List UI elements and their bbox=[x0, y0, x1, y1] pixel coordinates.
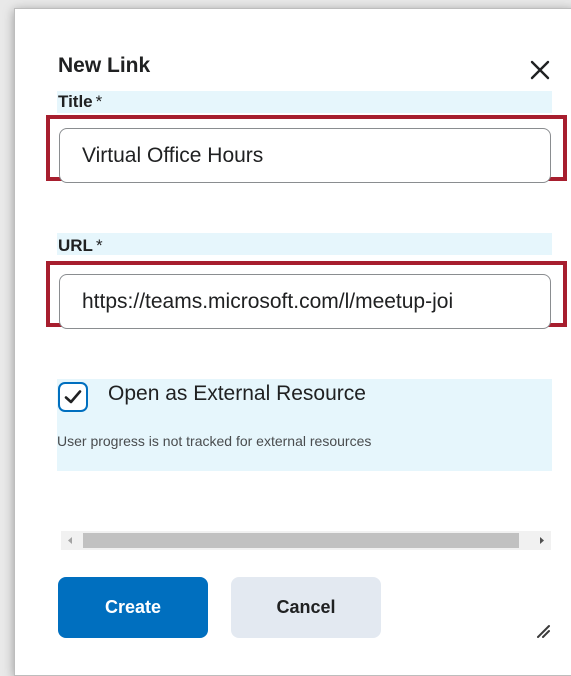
dialog-title: New Link bbox=[58, 54, 151, 77]
external-resource-label[interactable]: Open as External Resource bbox=[108, 382, 366, 406]
scroll-right-icon[interactable] bbox=[532, 531, 551, 550]
title-input[interactable]: Virtual Office Hours bbox=[59, 128, 551, 183]
required-mark: * bbox=[95, 236, 103, 255]
external-resource-checkbox[interactable] bbox=[58, 382, 88, 412]
checkmark-icon bbox=[64, 390, 82, 404]
url-input-value: https://teams.microsoft.com/l/meetup-joi bbox=[82, 289, 454, 313]
new-link-dialog: New Link Title * Virtual Office Hours URL… bbox=[14, 8, 571, 676]
url-input[interactable]: https://teams.microsoft.com/l/meetup-joi bbox=[59, 274, 551, 329]
cancel-button[interactable]: Cancel bbox=[231, 577, 381, 638]
url-label-background bbox=[57, 233, 552, 255]
scroll-left-icon[interactable] bbox=[61, 531, 80, 550]
resize-handle-icon[interactable] bbox=[531, 619, 551, 639]
url-label: URL * bbox=[58, 236, 103, 255]
scrollbar-thumb[interactable] bbox=[83, 533, 519, 548]
required-mark: * bbox=[95, 92, 103, 111]
title-input-value: Virtual Office Hours bbox=[82, 143, 264, 167]
create-button[interactable]: Create bbox=[58, 577, 208, 638]
external-resource-helper-text: User progress is not tracked for externa… bbox=[57, 433, 372, 449]
title-label-background bbox=[57, 91, 552, 113]
title-label: Title * bbox=[58, 92, 103, 111]
close-icon[interactable] bbox=[529, 59, 551, 81]
horizontal-scrollbar[interactable] bbox=[61, 531, 551, 550]
